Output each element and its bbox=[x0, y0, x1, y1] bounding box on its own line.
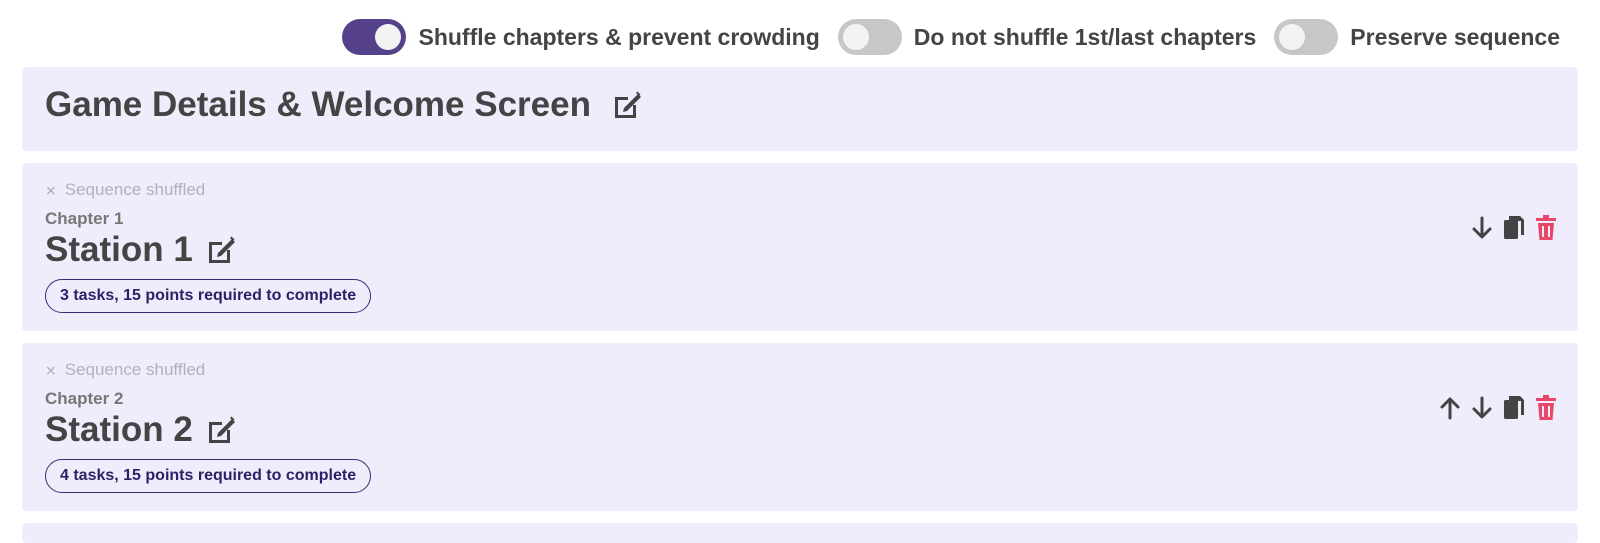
chapter-actions bbox=[1462, 213, 1558, 243]
move-down-icon[interactable] bbox=[1470, 393, 1494, 423]
shuffle-icon: ⨯ bbox=[45, 361, 57, 378]
toggle-knob bbox=[1279, 24, 1306, 50]
chapter-number-label: Chapter 1 bbox=[45, 209, 124, 228]
shuffle-options-bar: Shuffle chapters & prevent crowding Do n… bbox=[324, 19, 1560, 55]
delete-icon[interactable] bbox=[1534, 393, 1558, 423]
sequence-shuffled-note: ⨯ Sequence shuffled bbox=[45, 360, 205, 380]
move-up-icon[interactable] bbox=[1438, 393, 1462, 423]
shuffle-chapters-toggle-group: Shuffle chapters & prevent crowding bbox=[342, 19, 820, 55]
game-details-panel[interactable]: Game Details & Welcome Screen bbox=[22, 67, 1578, 151]
toggle-knob bbox=[375, 24, 402, 50]
station-title-row: Station 2 bbox=[45, 410, 237, 450]
game-details-title: Game Details & Welcome Screen bbox=[45, 85, 591, 124]
station-title: Station 1 bbox=[45, 230, 193, 269]
chapter-card[interactable] bbox=[22, 523, 1578, 543]
shuffle-note-text: Sequence shuffled bbox=[64, 180, 206, 199]
edit-icon[interactable] bbox=[205, 414, 237, 446]
station-title: Station 2 bbox=[45, 410, 193, 449]
keep-first-last-label: Do not shuffle 1st/last chapters bbox=[913, 23, 1257, 50]
game-details-title-row: Game Details & Welcome Screen bbox=[45, 85, 643, 125]
preserve-sequence-toggle[interactable] bbox=[1274, 19, 1339, 55]
edit-icon[interactable] bbox=[205, 234, 237, 266]
copy-icon[interactable] bbox=[1502, 393, 1526, 423]
shuffle-icon: ⨯ bbox=[45, 181, 57, 198]
station-title-row: Station 1 bbox=[45, 230, 237, 270]
preserve-sequence-toggle-group: Preserve sequence bbox=[1274, 19, 1560, 55]
keep-first-last-toggle[interactable] bbox=[837, 19, 902, 55]
edit-icon[interactable] bbox=[611, 89, 643, 121]
delete-icon[interactable] bbox=[1534, 213, 1558, 243]
chapter-card[interactable]: ⨯ Sequence shuffled Chapter 1 Station 1 … bbox=[22, 163, 1578, 331]
requirement-badge: 3 tasks, 15 points required to complete bbox=[45, 279, 372, 313]
shuffle-note-text: Sequence shuffled bbox=[64, 360, 206, 379]
chapter-card[interactable]: ⨯ Sequence shuffled Chapter 2 Station 2 … bbox=[22, 343, 1578, 511]
chapter-number-label: Chapter 2 bbox=[45, 389, 124, 408]
chapter-actions bbox=[1430, 393, 1558, 423]
sequence-shuffled-note: ⨯ Sequence shuffled bbox=[45, 180, 205, 200]
preserve-sequence-label: Preserve sequence bbox=[1350, 23, 1560, 50]
copy-icon[interactable] bbox=[1502, 213, 1526, 243]
toggle-knob bbox=[842, 24, 869, 50]
shuffle-chapters-label: Shuffle chapters & prevent crowding bbox=[418, 23, 820, 50]
keep-first-last-toggle-group: Do not shuffle 1st/last chapters bbox=[837, 19, 1257, 55]
shuffle-chapters-toggle[interactable] bbox=[342, 19, 407, 55]
move-down-icon[interactable] bbox=[1470, 213, 1494, 243]
requirement-badge: 4 tasks, 15 points required to complete bbox=[45, 459, 372, 493]
